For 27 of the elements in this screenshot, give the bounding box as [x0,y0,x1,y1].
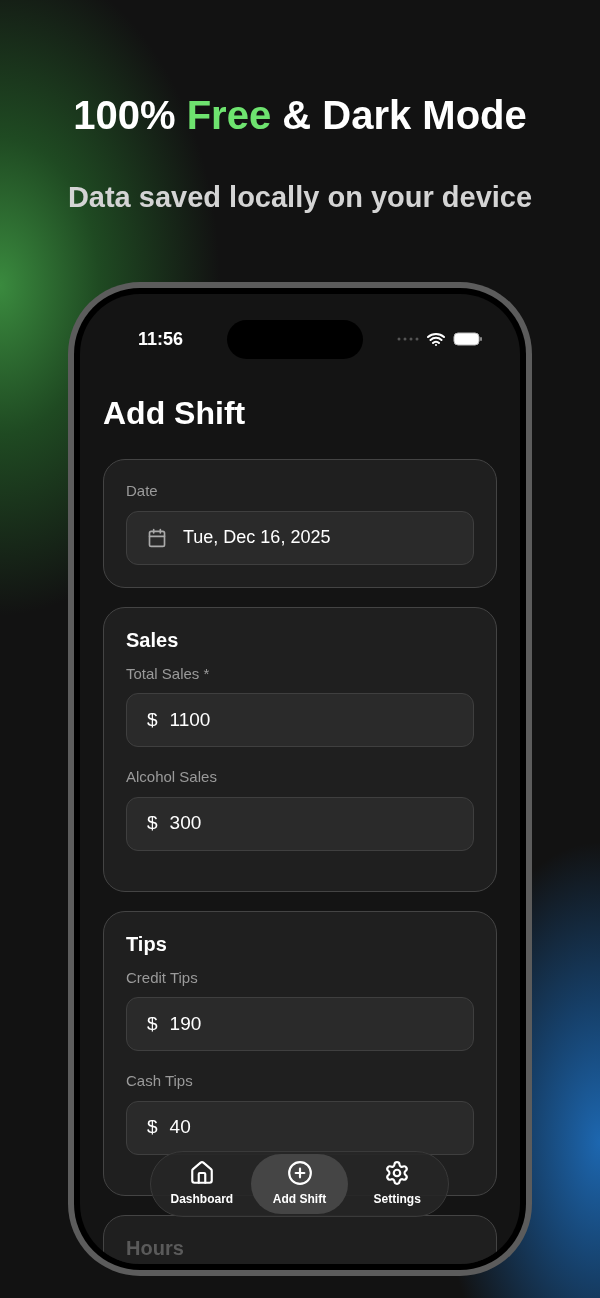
field-label: Credit Tips [126,967,199,988]
card-title: Hours [126,1235,185,1260]
subtitle: Data saved locally on your device [67,183,533,212]
headline: 100% Free & Dark Mode [73,95,527,135]
battery-icon [453,332,483,346]
amount-field[interactable]: $ 1100 [126,693,474,747]
card-title: Tips [126,931,168,956]
amount-field[interactable]: $ 190 [126,997,474,1051]
field-label: Cash Tips [126,1071,194,1091]
signal-icon [397,337,419,341]
field-label: Alcohol Sales [126,767,218,787]
amount-field[interactable]: $ 300 [126,796,474,851]
field-label: Total Sales * [126,663,211,684]
tab-button[interactable]: Add Shift [250,1154,349,1214]
calendar-icon [147,527,167,548]
add-icon [286,1160,313,1186]
tab-button[interactable]: Settings [348,1154,446,1214]
status-time: 11:56 [138,327,184,351]
amount-field[interactable]: $ 40 [126,1100,474,1155]
wifi-icon [427,332,445,346]
home-icon [188,1160,215,1186]
date-field[interactable]: Tue, Dec 16, 2025 [126,510,474,565]
field-label: Date [126,481,159,501]
settings-icon [384,1160,411,1186]
tab-button[interactable]: Dashboard [153,1154,251,1214]
screen-title: Add Shift [103,397,247,429]
card-title: Sales [126,627,180,652]
